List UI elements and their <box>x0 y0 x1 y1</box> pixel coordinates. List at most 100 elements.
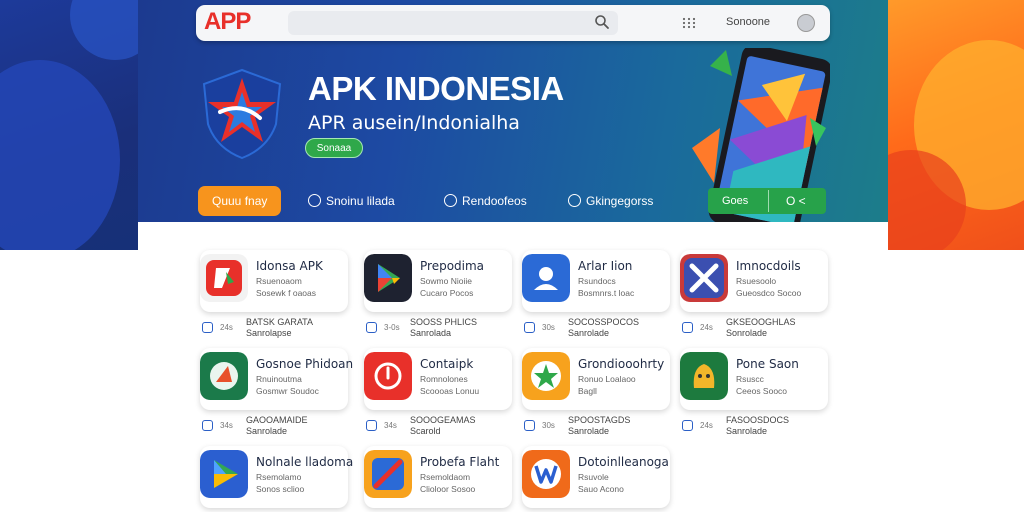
app-meta-sub: Sanrolade <box>726 426 768 436</box>
app-developer: Sowmo Nioiie <box>420 276 472 286</box>
app-category: Gueosdco Socoo <box>736 288 802 298</box>
app-developer: Rnuinoutma <box>256 374 302 384</box>
app-meta: 24s BATSK GARATA Sanrolapse <box>202 317 352 350</box>
app-card[interactable]: Idonsa APK Rsuenoaom Sosewk f oaoas <box>200 250 348 312</box>
app-developer: Rsuvole <box>578 472 609 482</box>
app-card[interactable]: Arlar Iion Rsundocs Bosmnrs.t loac <box>522 250 670 312</box>
arrow-button[interactable]: O < <box>786 194 806 208</box>
checkbox-icon[interactable] <box>682 322 693 333</box>
background-left-panel <box>0 0 140 250</box>
avatar[interactable] <box>797 14 815 32</box>
app-card[interactable]: Dotoinlleanoga Rsuvole Sauo Acono <box>522 446 670 508</box>
checkbox-icon[interactable] <box>366 420 377 431</box>
app-developer: Rsundocs <box>578 276 616 286</box>
app-name: Gosnoe Phidoan <box>256 357 354 371</box>
app-meta-title: BATSK GARATA <box>246 317 314 327</box>
app-card[interactable]: Contaipk Romnolones Scoooas Lonuu <box>364 348 512 410</box>
divider <box>768 190 769 212</box>
app-meta: 3-0s SOOSS PHLICS Sanrolada <box>366 317 516 350</box>
app-card[interactable]: Gosnoe Phidoan Rnuinoutma Gosmwr Soudoc <box>200 348 353 410</box>
app-grid: Idonsa APK Rsuenoaom Sosewk f oaoas 24s … <box>138 222 888 512</box>
app-meta-title: SOOSS PHLICS <box>410 317 478 327</box>
app-icon-letter <box>522 450 570 498</box>
tab-icon <box>444 194 457 207</box>
app-meta: 30s SOCOSSPOCOS Sanrolade <box>524 317 674 350</box>
checkbox-icon[interactable] <box>682 420 693 431</box>
checkbox-icon[interactable] <box>366 322 377 333</box>
app-meta-sub: Sanrolade <box>568 328 610 338</box>
app-logo[interactable]: APP <box>204 8 251 36</box>
app-meta-title: GAOOAMAIDE <box>246 415 308 425</box>
app-meta-title: SOOOGEAMAS <box>410 415 476 425</box>
background-right-panel <box>886 0 1024 250</box>
app-card[interactable]: Prepodima Sowmo Nioiie Cucaro Pocos <box>364 250 512 312</box>
tab-label: Gkingegorss <box>586 194 654 208</box>
app-name: Idonsa APK <box>256 259 323 273</box>
app-meta-sub: Sanrolade <box>568 426 610 436</box>
app-category: Bosmnrs.t loac <box>578 288 635 298</box>
app-icon-star <box>522 352 570 400</box>
app-icon-crossed <box>680 254 728 302</box>
tab-categories[interactable]: Gkingegorss <box>568 186 653 216</box>
app-size: 3-0s <box>384 323 400 332</box>
app-meta-sub: Sanrolada <box>410 328 452 338</box>
app-category: Gosmwr Soudoc <box>256 386 319 396</box>
tab-label: Snoinu lilada <box>326 194 395 208</box>
app-size: 24s <box>700 421 713 430</box>
app-size: 34s <box>220 421 233 430</box>
app-icon-tools <box>364 450 412 498</box>
download-button[interactable]: Goes <box>722 195 748 207</box>
app-meta-sub: Scarold <box>410 426 441 436</box>
tab-icon <box>308 194 321 207</box>
app-card[interactable]: Imnocdoils Rsuesoolo Gueosdco Socoo <box>680 250 828 312</box>
app-card[interactable]: Probefa Flaht Rsemoldaom Clioloor Sosoo <box>364 446 512 508</box>
app-meta: 24s GKSEOOGHLAS Sonrolade <box>682 317 832 350</box>
app-category: Ceeos Sooco <box>736 386 788 396</box>
app-meta: 34s SOOOGEAMAS Scarold <box>366 415 516 448</box>
download-button-group: Goes O < <box>708 188 826 214</box>
app-name: Pone Saon <box>736 357 799 371</box>
app-developer: Romnolones <box>420 374 468 384</box>
tab-new-releases[interactable]: Snoinu lilada <box>308 186 395 216</box>
app-icon-green <box>200 352 248 400</box>
tab-recommended[interactable]: Rendoofeos <box>444 186 527 216</box>
app-size: 30s <box>542 323 555 332</box>
app-meta: 24s FASOOSDOCS Sanrolade <box>682 415 832 448</box>
app-card[interactable]: Pone Saon Rsuscc Ceeos Sooco <box>680 348 828 410</box>
background-blob <box>0 60 120 250</box>
app-category: Cucaro Pocos <box>420 288 474 298</box>
apk-star-logo-icon <box>202 68 282 160</box>
search-input[interactable] <box>288 11 618 35</box>
hero-action-button[interactable]: Sonaaa <box>305 138 363 158</box>
checkbox-icon[interactable] <box>202 420 213 431</box>
hero-subtitle: APR ausein/Indonialha <box>308 112 520 134</box>
app-icon-character <box>680 352 728 400</box>
app-developer: Ronuo Loalaoo <box>578 374 636 384</box>
app-category: Scoooas Lonuu <box>420 386 480 396</box>
signin-link[interactable]: Sonoone <box>726 16 770 28</box>
app-size: 24s <box>220 323 233 332</box>
checkbox-icon[interactable] <box>524 420 535 431</box>
app-meta-title: GKSEOOGHLAS <box>726 317 796 327</box>
app-icon-power <box>364 352 412 400</box>
app-meta: 30s SPOOSTAGDS Sanrolade <box>524 415 674 448</box>
tab-featured[interactable]: Quuu fnay <box>198 186 282 216</box>
app-card[interactable]: Nolnale lladoma Rsemolamo Sonos sclioo <box>200 446 353 508</box>
checkbox-icon[interactable] <box>202 322 213 333</box>
app-developer: Rsuesoolo <box>736 276 777 286</box>
hero-banner: APP Sonoone APK INDONESIA APR ausein/Ind… <box>138 0 888 222</box>
search-icon[interactable] <box>594 14 610 30</box>
app-developer: Rsuenoaom <box>256 276 302 286</box>
background-blob <box>70 0 140 60</box>
app-category: Clioloor Sosoo <box>420 484 476 494</box>
checkbox-icon[interactable] <box>524 322 535 333</box>
grid-menu-icon[interactable] <box>682 16 696 30</box>
app-developer: Rsemoldaom <box>420 472 471 482</box>
app-name: Contaipk <box>420 357 474 371</box>
app-category: Sauo Acono <box>578 484 624 494</box>
app-card[interactable]: Grondiooohrty Ronuo Loalaoo Bagll <box>522 348 670 410</box>
app-meta: 34s GAOOAMAIDE Sanrolade <box>202 415 352 448</box>
app-category: Sosewk f oaoas <box>256 288 317 298</box>
app-name: Arlar Iion <box>578 259 633 273</box>
tab-label: Rendoofeos <box>462 194 527 208</box>
